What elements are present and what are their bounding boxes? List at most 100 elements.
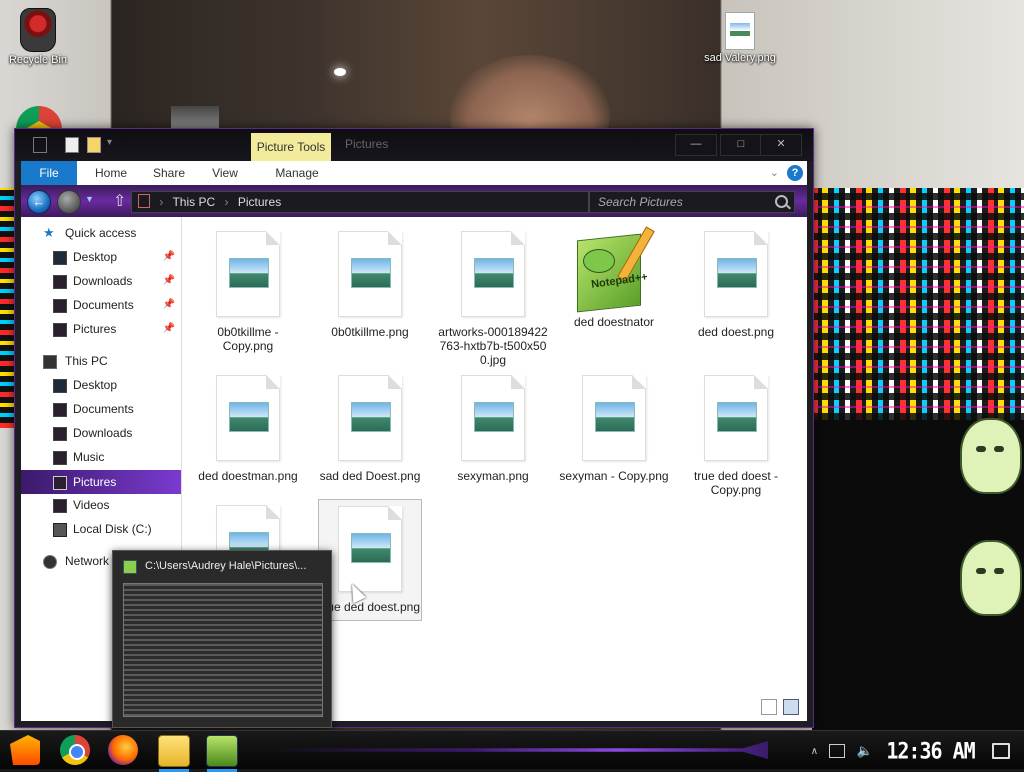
nav-pc-music[interactable]: Music [21, 445, 181, 469]
pin-icon[interactable]: 📌 [163, 269, 175, 293]
firefox-icon[interactable] [108, 735, 138, 765]
glitch-art-right [812, 188, 1024, 420]
show-hidden-icons-icon[interactable]: ∧ [811, 746, 818, 757]
notification-icon[interactable] [992, 743, 1010, 759]
desktop-icon-sad-valery[interactable]: sad Valery.png [702, 12, 778, 64]
pc-icon [43, 355, 57, 369]
search-input[interactable]: Search Pictures [589, 191, 795, 213]
pin-icon[interactable]: 📌 [163, 245, 175, 269]
nav-quick-access[interactable]: ★ Quick access [21, 221, 181, 245]
file-item[interactable]: Notepad++ ded doestnator [559, 225, 669, 329]
nav-label: Pictures [73, 475, 117, 489]
image-file-icon [338, 506, 402, 592]
nav-label: Documents [73, 402, 134, 416]
peridot-character [960, 540, 1022, 616]
file-name: true ded doest - Copy.png [693, 469, 779, 497]
image-file-icon [338, 375, 402, 461]
tab-view[interactable]: View [199, 161, 251, 185]
pictures-icon [53, 323, 67, 337]
start-icon[interactable] [10, 735, 40, 765]
network-icon[interactable] [829, 744, 846, 758]
breadcrumb[interactable]: › This PC › Pictures [131, 191, 589, 213]
new-folder-icon[interactable] [87, 137, 101, 153]
tab-home[interactable]: Home [83, 161, 139, 185]
documents-icon [53, 299, 67, 313]
nav-label: Network [65, 554, 110, 568]
help-icon[interactable]: ? [787, 165, 803, 181]
nav-quick-desktop[interactable]: Desktop 📌 [21, 245, 181, 269]
search-icon[interactable] [775, 195, 788, 208]
pin-icon[interactable]: 📌 [163, 317, 175, 341]
breadcrumb-this-pc[interactable]: This PC [172, 195, 215, 209]
nav-label: Desktop [73, 250, 118, 264]
details-view-icon[interactable] [761, 699, 777, 715]
nav-pc-pictures[interactable]: Pictures [21, 470, 181, 494]
file-item-selected[interactable]: true ded doest.png [318, 499, 422, 621]
file-item[interactable]: sexyman - Copy.png [559, 375, 669, 483]
expand-ribbon-icon[interactable]: ⌄ [770, 166, 779, 179]
nav-pc-desktop[interactable]: Desktop [21, 373, 181, 397]
file-item[interactable]: artworks-000189422763-hxtb7b-t500x500.jp… [438, 231, 548, 367]
nav-quick-pictures[interactable]: Pictures 📌 [21, 317, 181, 341]
maximize-button[interactable]: □ [720, 134, 762, 156]
file-explorer-icon[interactable] [158, 735, 190, 772]
properties-icon[interactable] [65, 137, 79, 153]
notepad-plus-icon[interactable] [206, 735, 238, 772]
image-file-icon [704, 375, 768, 461]
drive-icon [53, 523, 67, 537]
nav-pc-documents[interactable]: Documents [21, 397, 181, 421]
breadcrumb-pictures[interactable]: Pictures [238, 195, 281, 209]
file-name: sexyman - Copy.png [559, 469, 669, 483]
file-name: ded doestnator [573, 315, 655, 329]
large-icons-view-icon[interactable] [783, 699, 799, 715]
desktop-icon [53, 251, 67, 265]
tab-share[interactable]: Share [141, 161, 197, 185]
window-title: Pictures [345, 137, 389, 151]
nav-label: Documents [73, 298, 134, 312]
file-item[interactable]: ded doestman.png [193, 375, 303, 483]
clock[interactable]: 12:36 AM [886, 738, 975, 764]
glitch-art-left [0, 188, 14, 428]
tab-manage[interactable]: Manage [257, 161, 337, 185]
forward-button[interactable] [57, 190, 81, 214]
preview-thumbnail[interactable] [123, 583, 323, 717]
nav-quick-downloads[interactable]: Downloads 📌 [21, 269, 181, 293]
ribbon-tabs: File Home Share View Manage ⌄ ? [21, 161, 807, 185]
back-button[interactable]: ← [27, 190, 51, 214]
chrome-icon[interactable] [60, 735, 90, 765]
customize-quick-access-icon[interactable]: ▾ [107, 137, 112, 148]
image-file-icon [461, 375, 525, 461]
tab-file[interactable]: File [21, 161, 77, 185]
minimize-button[interactable]: — [675, 134, 717, 156]
up-arrow-icon[interactable]: ⇧ [113, 191, 126, 211]
recent-locations-icon[interactable]: ▼ [85, 194, 94, 204]
desktop-thumbnail[interactable] [171, 106, 219, 128]
file-item[interactable]: ded doest.png [681, 231, 791, 339]
title-bar[interactable]: ▾ Picture Tools Pictures — □ ✕ [15, 129, 813, 161]
file-item[interactable]: 0b0tkillme - Copy.png [193, 231, 303, 353]
volume-icon[interactable]: 🔈 [857, 743, 873, 759]
close-button[interactable]: ✕ [760, 134, 802, 156]
image-file-icon [582, 375, 646, 461]
taskbar-preview[interactable]: C:\Users\Audrey Hale\Pictures\... [112, 550, 332, 728]
file-name: sexyman.png [457, 469, 529, 483]
nav-pc-local-disk[interactable]: Local Disk (C:) [21, 517, 181, 541]
desktop-icon [53, 379, 67, 393]
pin-icon[interactable]: 📌 [163, 293, 175, 317]
nav-pc-downloads[interactable]: Downloads [21, 421, 181, 445]
nav-quick-documents[interactable]: Documents 📌 [21, 293, 181, 317]
nav-this-pc[interactable]: This PC [21, 349, 181, 373]
window-app-icon[interactable] [33, 137, 47, 153]
file-name: true ded doest.png [319, 600, 421, 614]
desktop-icon-recycle-bin[interactable]: Recycle Bin [0, 8, 76, 66]
nav-pc-videos[interactable]: Videos [21, 493, 181, 517]
file-item[interactable]: sad ded Doest.png [315, 375, 425, 483]
preview-title: C:\Users\Audrey Hale\Pictures\... [145, 560, 307, 572]
nav-label: Pictures [73, 322, 117, 336]
picture-tools-tab[interactable]: Picture Tools [251, 133, 331, 161]
file-item[interactable]: sexyman.png [438, 375, 548, 483]
file-item[interactable]: 0b0tkillme.png [315, 231, 425, 339]
nav-label: Videos [73, 498, 110, 512]
file-item[interactable]: true ded doest - Copy.png [681, 375, 791, 497]
file-name: 0b0tkillme.png [331, 325, 409, 339]
